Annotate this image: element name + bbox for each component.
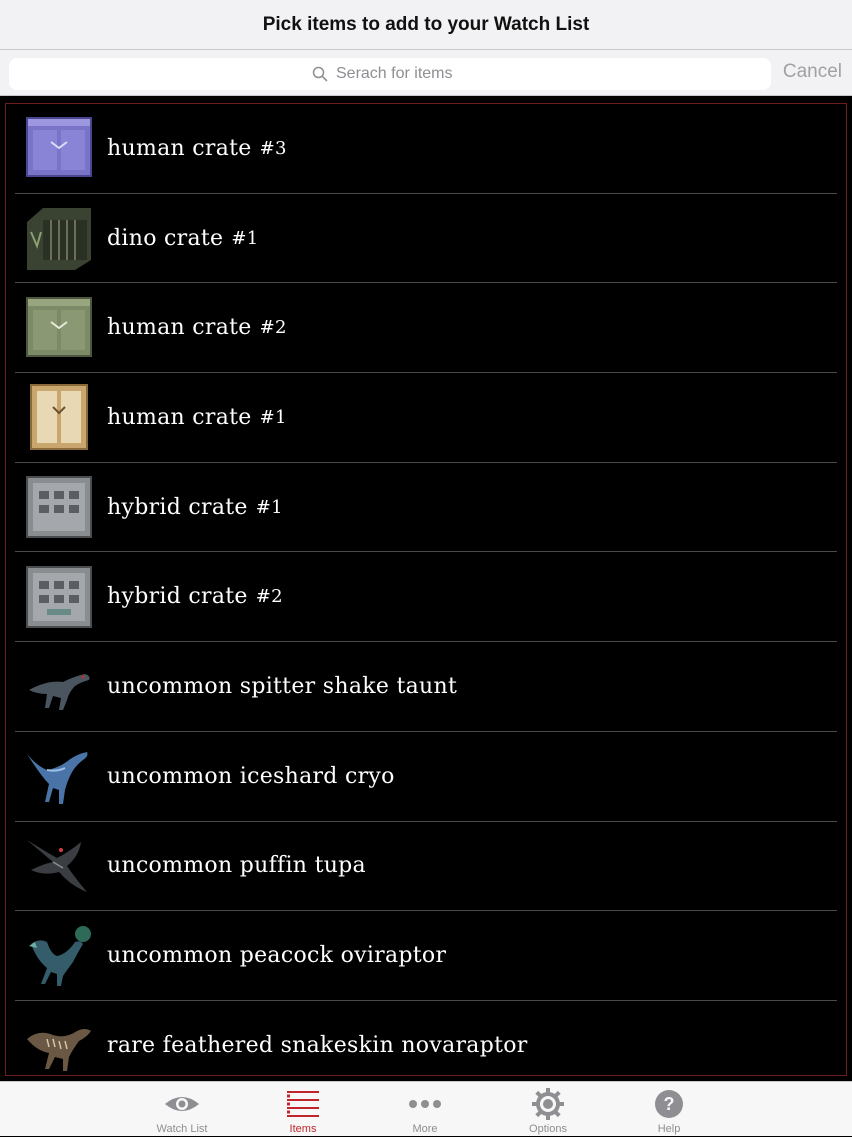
item-number: #2 <box>255 586 283 608</box>
list-item[interactable]: uncommon spitter shake taunt <box>15 642 837 732</box>
dinosaur-icon <box>27 752 88 805</box>
help-icon: ? <box>655 1090 683 1118</box>
dinosaur-icon <box>27 839 87 892</box>
list-item[interactable]: human crate #2 <box>15 283 837 374</box>
item-name: dino crate <box>107 225 224 251</box>
tab-more[interactable]: More <box>375 1082 475 1137</box>
navigation-bar: Pick items to add to your Watch List <box>0 0 852 50</box>
list-item[interactable]: human crate #3 <box>15 104 837 194</box>
item-name: human crate <box>107 404 252 430</box>
item-name: human crate <box>107 315 252 341</box>
cancel-button[interactable]: Cancel <box>783 61 842 83</box>
svg-text:?: ? <box>664 1094 675 1114</box>
tab-label: Options <box>529 1123 567 1135</box>
crate-icon <box>26 296 92 357</box>
search-field[interactable] <box>9 58 771 90</box>
tab-help[interactable]: ? Help <box>619 1082 719 1137</box>
tab-label: Help <box>657 1123 681 1135</box>
search-bar: Cancel <box>0 50 852 96</box>
list-item[interactable]: dino crate #1 <box>15 194 837 284</box>
item-number: #3 <box>259 137 287 159</box>
item-name: uncommon iceshard cryo <box>107 763 395 789</box>
tab-label: More <box>412 1123 438 1135</box>
crate-icon <box>26 476 92 539</box>
item-name: rare feathered snakeskin novaraptor <box>107 1032 528 1058</box>
search-icon <box>312 66 328 82</box>
dinosaur-icon <box>29 674 90 711</box>
dinosaur-icon <box>29 925 91 986</box>
gear-icon <box>532 1088 564 1120</box>
list-icon <box>287 1091 319 1117</box>
item-name: uncommon peacock oviraptor <box>107 943 447 969</box>
list-item[interactable]: human crate #1 <box>15 373 837 463</box>
tab-items[interactable]: Items <box>253 1082 353 1137</box>
list-item[interactable]: uncommon iceshard cryo <box>15 732 837 822</box>
item-number: #1 <box>255 496 283 518</box>
tab-label: Items <box>289 1123 317 1135</box>
list-item[interactable]: uncommon puffin tupa <box>15 822 837 912</box>
crate-icon <box>30 384 88 451</box>
item-list: human crate #3 dino crate #1 human crate… <box>5 103 847 1076</box>
item-number: #1 <box>231 227 259 249</box>
more-dots-icon <box>409 1100 441 1108</box>
item-name: uncommon spitter shake taunt <box>107 673 458 699</box>
crate-icon <box>26 565 92 628</box>
dinosaur-icon <box>27 1029 91 1072</box>
item-name: hybrid crate <box>107 494 248 520</box>
tab-label: Watch List <box>156 1123 208 1135</box>
item-number: #2 <box>259 317 287 339</box>
list-item[interactable]: uncommon peacock oviraptor <box>15 911 837 1001</box>
page-title: Pick items to add to your Watch List <box>262 13 590 35</box>
item-number: #1 <box>259 406 287 428</box>
tab-watch-list[interactable]: Watch List <box>132 1082 232 1137</box>
item-name: hybrid crate <box>107 584 248 610</box>
list-item[interactable]: hybrid crate #2 <box>15 552 837 643</box>
tab-bar: Watch List Items More Options ? Help <box>0 1081 852 1136</box>
search-input[interactable] <box>334 64 468 84</box>
eye-icon <box>165 1097 199 1111</box>
tab-options[interactable]: Options <box>498 1082 598 1137</box>
list-item[interactable]: rare feathered snakeskin novaraptor <box>15 1001 837 1075</box>
crate-icon <box>27 208 91 271</box>
list-item[interactable]: hybrid crate #1 <box>15 463 837 553</box>
item-name: uncommon puffin tupa <box>107 853 366 879</box>
item-name: human crate <box>107 135 252 161</box>
crate-icon <box>26 117 92 178</box>
